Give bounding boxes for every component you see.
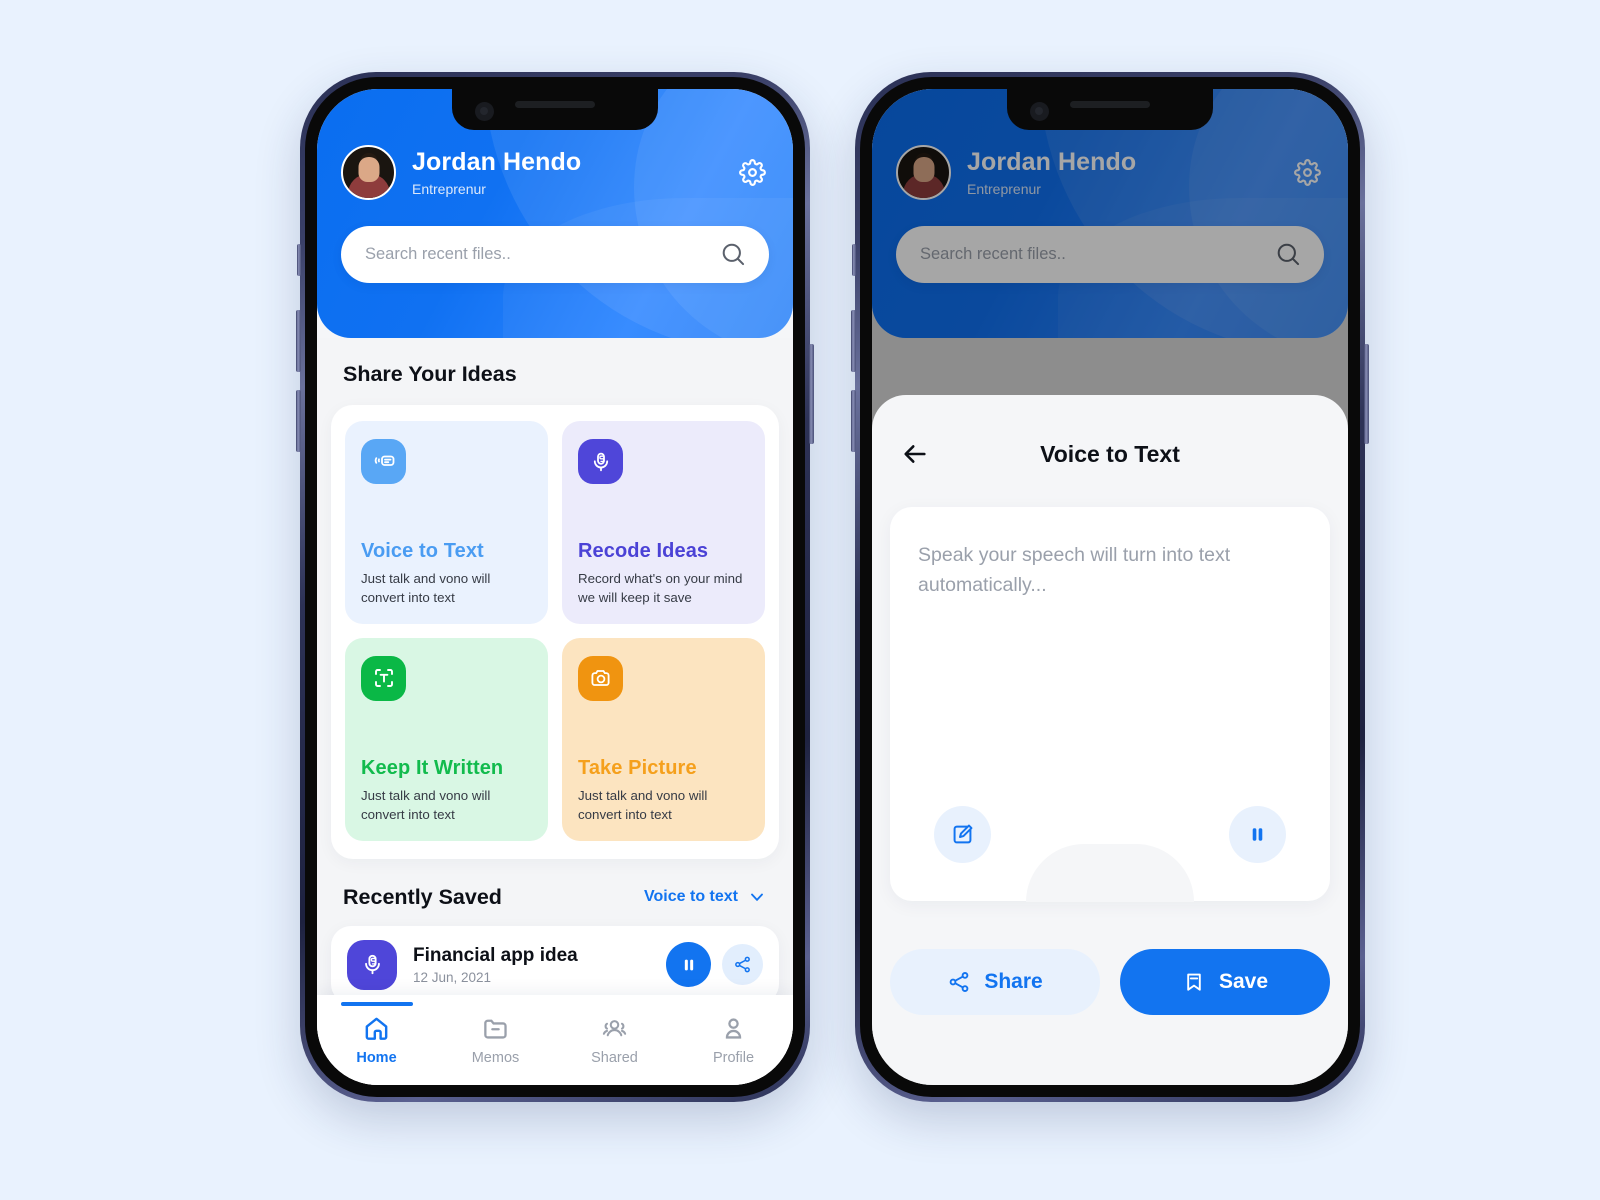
speaker-grille [515, 101, 595, 108]
home-icon [365, 1017, 388, 1040]
tab-memos[interactable]: Memos [436, 1014, 555, 1066]
modal-header: Voice to Text [872, 395, 1348, 471]
canvas: Jordan Hendo Entreprenur Search recent f… [0, 0, 1600, 1200]
voice-to-text-modal: Voice to Text Speak your speech will tur… [872, 395, 1348, 1085]
transcription-placeholder[interactable]: Speak your speech will turn into text au… [918, 541, 1302, 600]
gear-icon [738, 159, 766, 186]
feature-cards-sheet: Voice to Text Just talk and vono will co… [331, 405, 779, 859]
speaker-grille [1070, 101, 1150, 108]
modal-title: Voice to Text [1040, 440, 1180, 467]
save-button[interactable]: Save [1120, 949, 1330, 1015]
folder-minus-icon [484, 1019, 507, 1039]
chevron-down-icon [751, 893, 763, 901]
share-button[interactable]: Share [890, 949, 1100, 1015]
search-icon [722, 243, 745, 266]
share-section-title: Share Your Ideas [343, 362, 517, 386]
recent-section-header: Recently Saved Voice to text [317, 859, 793, 910]
feature-card-title: Keep It Written [361, 756, 504, 779]
recent-filter-dropdown[interactable]: Voice to text [644, 887, 767, 907]
feature-card-desc: Just talk and vono will convert into tex… [361, 571, 491, 605]
phone-bezel: Jordan Hendo Entreprenur Search recent f… [305, 77, 805, 1097]
bottom-tabbar: Home Memos Shared Profile [317, 995, 793, 1085]
arrow-left-icon [904, 445, 926, 463]
user-name: Jordan Hendo [412, 148, 582, 177]
tab-label: Memos [471, 1050, 520, 1066]
recent-item-title: Financial app idea [413, 944, 578, 966]
feature-card-title: Take Picture [578, 756, 697, 779]
feature-cards-grid: Voice to Text Just talk and vono will co… [345, 421, 765, 841]
modal-footer: Share Save [872, 949, 1348, 1015]
front-camera-icon [475, 102, 494, 121]
search-section [317, 200, 793, 283]
camera-icon [578, 655, 623, 701]
phone-mockup-home: Jordan Hendo Entreprenur Search recent f… [296, 72, 814, 1102]
pause-icon [1252, 828, 1263, 841]
feature-card-take-picture[interactable]: Take Picture Just talk and vono will con… [562, 637, 765, 841]
share-icon [949, 972, 969, 992]
volume-down-button[interactable] [851, 390, 856, 452]
share-button-label: Share [984, 970, 1043, 993]
tab-home[interactable]: Home [317, 1014, 436, 1066]
feature-card-title: Recode Ideas [578, 540, 709, 562]
volume-up-button[interactable] [296, 310, 301, 372]
feature-card-desc: Record what's on your mind we will keep … [578, 571, 743, 605]
recent-item-text: Financial app idea 12 Jun, 2021 [413, 945, 666, 985]
volume-up-button[interactable] [851, 310, 856, 372]
search-input[interactable] [365, 245, 720, 264]
tab-label: Home [356, 1050, 397, 1066]
text-scan-icon [361, 655, 406, 701]
feature-card-voice-to-text[interactable]: Voice to Text Just talk and vono will co… [345, 421, 548, 624]
microphone-icon [347, 939, 397, 990]
user-info: Jordan Hendo Entreprenur [412, 148, 735, 197]
power-button[interactable] [809, 344, 814, 444]
back-button[interactable] [898, 437, 932, 471]
settings-button[interactable] [735, 156, 769, 190]
pause-button[interactable] [666, 942, 711, 987]
screen-voice-to-text: Jordan Hendo Entreprenur Search recent f… [872, 89, 1348, 1085]
tab-shared[interactable]: Shared [555, 1014, 674, 1066]
transcription-card: Speak your speech will turn into text au… [890, 507, 1330, 902]
feature-card-recode-ideas[interactable]: Recode Ideas Record what's on your mind … [562, 421, 765, 624]
avatar[interactable] [341, 145, 396, 200]
power-button[interactable] [1364, 344, 1369, 444]
users-icon [602, 1020, 627, 1037]
pause-button[interactable] [1229, 806, 1286, 863]
front-camera-icon [1030, 102, 1049, 121]
tab-profile[interactable]: Profile [674, 1014, 793, 1066]
save-button-label: Save [1218, 970, 1269, 993]
edit-button[interactable] [934, 806, 991, 863]
phone-bezel: Jordan Hendo Entreprenur Search recent f… [860, 77, 1360, 1097]
tab-label: Profile [712, 1050, 755, 1066]
feature-card-desc: Just talk and vono will convert into tex… [361, 787, 491, 822]
feature-card-keep-it-written[interactable]: Keep It Written Just talk and vono will … [345, 637, 548, 841]
recent-filter-label: Voice to text [644, 888, 738, 905]
search-box[interactable] [341, 226, 769, 283]
notch [452, 89, 658, 130]
voice-to-text-icon [361, 439, 406, 484]
notch [1007, 89, 1213, 130]
recent-section-title: Recently Saved [343, 884, 502, 909]
share-section-header: Share Your Ideas [317, 338, 793, 387]
home-body: Share Your Ideas Voice to Text Just talk… [317, 338, 793, 1085]
feature-card-desc: Just talk and vono will convert into tex… [578, 787, 708, 822]
bookmark-icon [1187, 973, 1201, 991]
microphone-icon [578, 439, 623, 484]
pause-icon [684, 959, 693, 970]
share-icon [735, 956, 750, 973]
edit-icon [953, 824, 973, 844]
silent-switch[interactable] [852, 244, 856, 276]
feature-card-title: Voice to Text [361, 540, 484, 562]
silent-switch[interactable] [297, 244, 301, 276]
tab-label: Shared [591, 1050, 638, 1066]
person-icon [725, 1018, 742, 1039]
screen-home: Jordan Hendo Entreprenur Search recent f… [317, 89, 793, 1085]
share-button[interactable] [722, 944, 763, 985]
recent-item-date: 12 Jun, 2021 [413, 969, 492, 985]
phone-mockup-voice-to-text: Jordan Hendo Entreprenur Search recent f… [851, 72, 1369, 1102]
volume-down-button[interactable] [296, 390, 301, 452]
recent-list-item[interactable]: Financial app idea 12 Jun, 2021 [331, 925, 779, 1004]
user-role: Entreprenur [412, 180, 486, 197]
